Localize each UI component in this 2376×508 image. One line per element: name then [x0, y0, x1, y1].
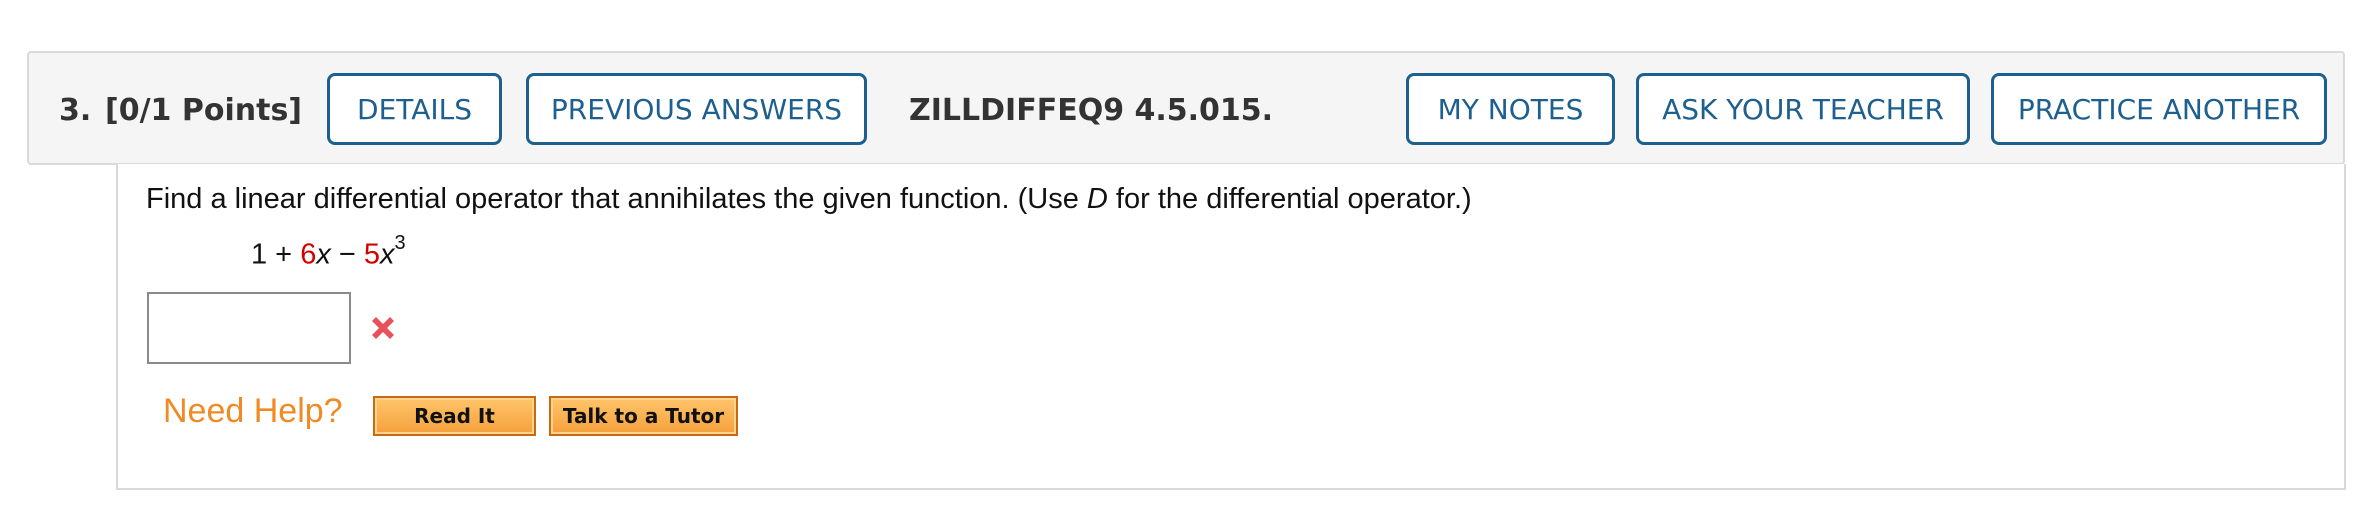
- need-help-label: Need Help?: [163, 392, 343, 430]
- question-points: [0/1 Points]: [105, 93, 303, 128]
- x-mark-icon: [372, 317, 394, 339]
- expr-exponent: 3: [394, 232, 406, 254]
- expr-coef-2: 5: [363, 238, 381, 271]
- expr-coef-1: 6: [300, 238, 317, 271]
- question-code: ZILLDIFFEQ9 4.5.015.: [909, 93, 1274, 128]
- prompt-text-end: for the differential operator.): [1107, 183, 1472, 215]
- expr-constant: 1 +: [251, 238, 301, 271]
- prompt-text-start: Find a linear differential operator that…: [146, 183, 1087, 215]
- expr-var-2: x: [380, 238, 395, 271]
- my-notes-button[interactable]: MY NOTES: [1406, 73, 1615, 145]
- practice-another-button[interactable]: PRACTICE ANOTHER: [1991, 73, 2327, 145]
- answer-input[interactable]: [147, 292, 351, 364]
- previous-answers-button[interactable]: PREVIOUS ANSWERS: [526, 73, 867, 145]
- expr-var-1: x: [316, 238, 331, 271]
- question-prompt: Find a linear differential operator that…: [146, 183, 1472, 216]
- expr-minus: −: [330, 238, 364, 271]
- question-number: 3.: [59, 93, 92, 128]
- read-it-button[interactable]: Read It: [373, 396, 536, 436]
- details-button[interactable]: DETAILS: [327, 73, 502, 145]
- prompt-operator-var: D: [1086, 183, 1108, 215]
- ask-your-teacher-button[interactable]: ASK YOUR TEACHER: [1636, 73, 1970, 145]
- given-function: 1 + 6x − 5x3: [251, 232, 406, 272]
- question-header: 3. [0/1 Points] DETAILS PREVIOUS ANSWERS…: [27, 51, 2345, 165]
- talk-to-tutor-button[interactable]: Talk to a Tutor: [549, 396, 738, 436]
